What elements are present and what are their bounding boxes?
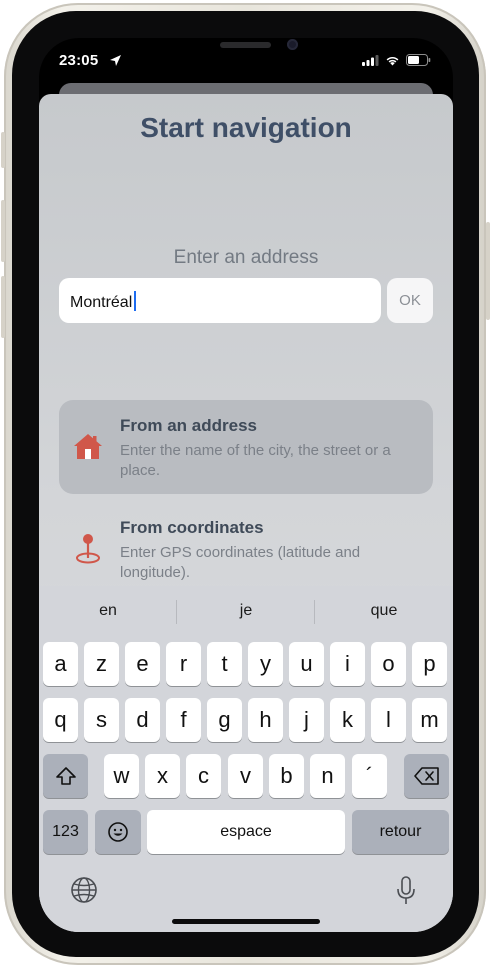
key-l[interactable]: l [371, 698, 406, 742]
key-q[interactable]: q [43, 698, 78, 742]
signal-icon [362, 54, 379, 66]
key-r[interactable]: r [166, 642, 201, 686]
ok-button[interactable]: OK [387, 278, 433, 323]
key-m[interactable]: m [412, 698, 447, 742]
globe-icon[interactable] [70, 876, 98, 904]
key-h[interactable]: h [248, 698, 283, 742]
keyboard: en je que a z e r t y u i o p q s d f g … [39, 586, 453, 932]
screen: 23:05 Start navigation Enter an address … [39, 38, 453, 932]
address-input-value: Montréal [70, 294, 133, 311]
volume-up-button [1, 200, 5, 262]
front-camera [287, 39, 298, 50]
key-acute-accent[interactable]: ´ [352, 754, 387, 798]
key-d[interactable]: d [125, 698, 160, 742]
key-e[interactable]: e [125, 642, 160, 686]
key-f[interactable]: f [166, 698, 201, 742]
delete-icon [413, 767, 439, 785]
return-key[interactable]: retour [352, 810, 449, 854]
option-title: From coordinates [120, 518, 264, 537]
key-c[interactable]: c [186, 754, 221, 798]
key-z[interactable]: z [84, 642, 119, 686]
option-description: Enter GPS coordinates (latitude and long… [120, 544, 361, 581]
key-a[interactable]: a [43, 642, 78, 686]
home-indicator[interactable] [172, 919, 320, 924]
key-s[interactable]: s [84, 698, 119, 742]
delete-key[interactable] [404, 754, 449, 798]
house-icon [74, 434, 102, 459]
page-title: Start navigation [140, 112, 352, 143]
location-arrow-icon [110, 55, 121, 66]
key-w[interactable]: w [104, 754, 139, 798]
emoji-icon [108, 822, 128, 842]
emoji-key[interactable] [95, 810, 141, 854]
map-pin-icon [76, 534, 100, 564]
suggestion-bar: en je que [39, 586, 453, 634]
key-v[interactable]: v [228, 754, 263, 798]
suggestion-item[interactable]: en [39, 602, 177, 620]
key-x[interactable]: x [145, 754, 180, 798]
key-o[interactable]: o [371, 642, 406, 686]
option-description: Enter the name of the city, the street o… [120, 442, 391, 479]
wifi-icon [386, 56, 399, 65]
key-k[interactable]: k [330, 698, 365, 742]
status-icons [362, 54, 431, 66]
key-u[interactable]: u [289, 642, 324, 686]
speaker-grille [220, 42, 271, 48]
key-j[interactable]: j [289, 698, 324, 742]
shift-icon [55, 767, 76, 785]
key-p[interactable]: p [412, 642, 447, 686]
key-i[interactable]: i [330, 642, 365, 686]
power-button [486, 222, 490, 320]
suggestion-item[interactable]: que [315, 602, 453, 620]
volume-down-button [1, 276, 5, 338]
space-key[interactable]: espace [147, 810, 345, 854]
key-n[interactable]: n [310, 754, 345, 798]
key-b[interactable]: b [269, 754, 304, 798]
status-bar: 23:05 [39, 38, 453, 82]
shift-key[interactable] [43, 754, 88, 798]
address-label: Enter an address [173, 247, 319, 268]
microphone-icon[interactable] [396, 876, 416, 906]
numbers-key[interactable]: 123 [43, 810, 88, 854]
side-button [1, 132, 5, 168]
status-time: 23:05 [59, 52, 99, 69]
battery-icon [406, 54, 431, 66]
key-y[interactable]: y [248, 642, 283, 686]
suggestion-item[interactable]: je [177, 602, 315, 620]
key-g[interactable]: g [207, 698, 242, 742]
option-from-coordinates[interactable]: From coordinates Enter GPS coordinates (… [59, 502, 433, 596]
address-input[interactable]: Montréal [59, 278, 381, 323]
key-t[interactable]: t [207, 642, 242, 686]
option-from-address[interactable]: From an address Enter the name of the ci… [59, 400, 433, 494]
text-caret [134, 291, 137, 311]
option-title: From an address [120, 416, 257, 435]
